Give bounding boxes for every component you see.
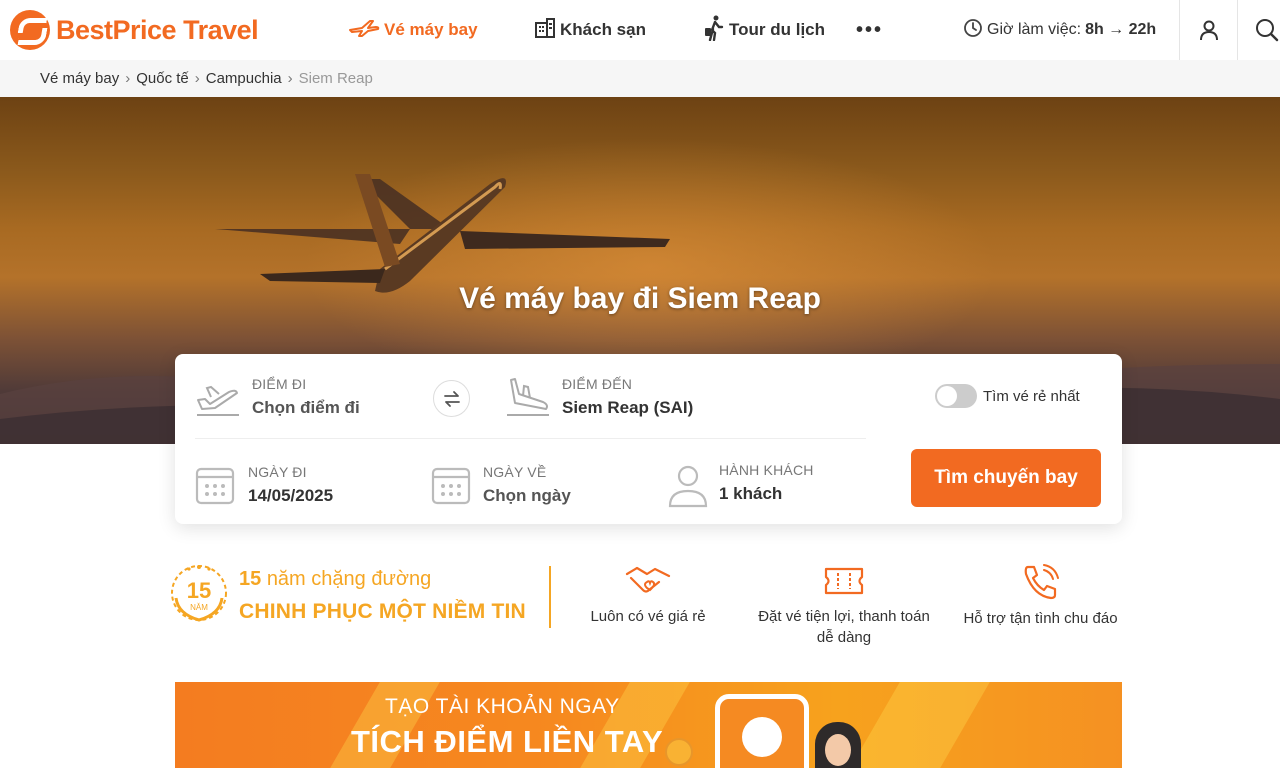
- calendar-icon: [195, 467, 235, 505]
- nav-flights-label: Vé máy bay: [384, 20, 478, 39]
- flight-search-form: Điểm đi Chọn điểm đi Điểm đến Siem Reap …: [175, 354, 1122, 524]
- ticket-icon: [824, 567, 864, 595]
- cheapest-toggle[interactable]: Tìm vé rẻ nhất: [935, 384, 1080, 408]
- promo-line-1: TẠO TÀI KHOẢN NGAY: [385, 695, 620, 718]
- clock-icon: [963, 18, 983, 43]
- chevron-right-icon: ›: [194, 70, 200, 87]
- swap-arrows-icon: [443, 390, 460, 407]
- trust-years: 15: [239, 568, 262, 590]
- logo-icon: [10, 10, 50, 50]
- depart-label: Ngày đi: [248, 464, 307, 480]
- trust-section: 15 NĂM 15 năm chặng đường CHINH PHỤC MỘT…: [168, 560, 1128, 660]
- breadcrumb-current: Siem Reap: [298, 70, 373, 87]
- breadcrumb-international[interactable]: Quốc tế: [136, 70, 189, 87]
- to-label: Điểm đến: [562, 376, 633, 392]
- more-dots-icon: •••: [856, 18, 884, 41]
- badge-sub: NĂM: [190, 603, 208, 612]
- trust-tagline: CHINH PHỤC MỘT NIỀM TIN: [239, 600, 526, 623]
- user-icon: [1199, 20, 1218, 41]
- swap-button[interactable]: [433, 380, 470, 417]
- phone-illustration: [715, 694, 809, 768]
- trust-headline: 15 năm chặng đường: [239, 568, 431, 591]
- to-field[interactable]: Điểm đến Siem Reap (SAI): [505, 376, 755, 426]
- trust-headline-rest: năm chặng đường: [266, 568, 432, 590]
- return-value: Chọn ngày: [483, 486, 571, 505]
- feature-easy-booking: Đặt vé tiện lợi, thanh toán dễ dàng: [753, 564, 935, 648]
- landing-icon: [507, 378, 549, 416]
- passenger-value: 1 khách: [719, 484, 783, 503]
- feature-cheap-tickets: Luôn có vé giá rẻ: [578, 564, 718, 627]
- handshake-icon: [625, 566, 671, 593]
- toggle-switch[interactable]: [935, 384, 977, 408]
- breadcrumb-cambodia[interactable]: Campuchia: [206, 70, 282, 87]
- working-hours-label: Giờ làm việc:: [987, 21, 1082, 38]
- hotel-icon: [534, 17, 556, 44]
- divider: [549, 566, 551, 628]
- chevron-right-icon: ›: [125, 70, 131, 87]
- feature-text: Hỗ trợ tận tình chu đáo: [963, 610, 1118, 627]
- calendar-icon: [431, 467, 471, 505]
- breadcrumb-flights[interactable]: Vé máy bay: [40, 70, 119, 87]
- nav-flights[interactable]: Vé máy bay: [348, 0, 478, 60]
- to-value: Siem Reap (SAI): [562, 398, 694, 417]
- nav-tours[interactable]: Tour du lịch: [703, 0, 825, 60]
- depart-value: 14/05/2025: [248, 486, 334, 505]
- brand-logo[interactable]: BestPrice Travel: [10, 10, 259, 50]
- search-button[interactable]: [1237, 0, 1280, 60]
- nav-tours-label: Tour du lịch: [729, 20, 826, 39]
- hero-title: Vé máy bay đi Siem Reap: [459, 282, 821, 315]
- return-label: Ngày về: [483, 464, 547, 480]
- promo-line-2: TÍCH ĐIỂM LIỀN TAY: [351, 724, 664, 759]
- search-flights-button[interactable]: Tìm chuyến bay: [911, 449, 1101, 507]
- anniversary-badge: 15 NĂM: [168, 562, 230, 624]
- promo-banner[interactable]: TẠO TÀI KHOẢN NGAY TÍCH ĐIỂM LIỀN TAY: [175, 682, 1122, 768]
- nav-hotels-label: Khách sạn: [560, 20, 646, 39]
- badge-number: 15: [187, 578, 211, 603]
- passenger-label: Hành khách: [719, 462, 814, 478]
- working-hours-value: 8h → 22h: [1085, 21, 1157, 38]
- site-header: BestPrice Travel Vé máy bay Khách sạn To…: [0, 0, 1280, 60]
- brand-name: BestPrice Travel: [56, 14, 259, 45]
- working-hours: Giờ làm việc: 8h → 22h: [963, 0, 1156, 60]
- traveler-icon: [703, 15, 725, 46]
- phone-call-icon: [1024, 564, 1059, 600]
- from-value: Chọn điểm đi: [252, 398, 360, 417]
- nav-more-button[interactable]: •••: [856, 0, 883, 60]
- from-field[interactable]: Điểm đi Chọn điểm đi: [195, 376, 415, 426]
- plane-icon: [348, 18, 380, 43]
- passenger-icon: [668, 465, 708, 508]
- coin-icon: [665, 738, 693, 766]
- account-button[interactable]: [1179, 0, 1237, 60]
- search-icon: [1255, 19, 1278, 42]
- takeoff-icon: [197, 385, 239, 416]
- avatar-icon: [742, 717, 782, 757]
- feature-support: Hỗ trợ tận tình chu đáo: [958, 564, 1123, 629]
- feature-text: Luôn có vé giá rẻ: [590, 608, 706, 625]
- from-label: Điểm đi: [252, 376, 307, 392]
- nav-hotels[interactable]: Khách sạn: [534, 0, 646, 60]
- feature-text: Đặt vé tiện lợi, thanh toán dễ dàng: [758, 608, 930, 646]
- chevron-right-icon: ›: [287, 70, 293, 87]
- cheapest-label: Tìm vé rẻ nhất: [983, 387, 1080, 405]
- breadcrumb: Vé máy bay › Quốc tế › Campuchia › Siem …: [0, 60, 1280, 97]
- divider: [195, 438, 866, 439]
